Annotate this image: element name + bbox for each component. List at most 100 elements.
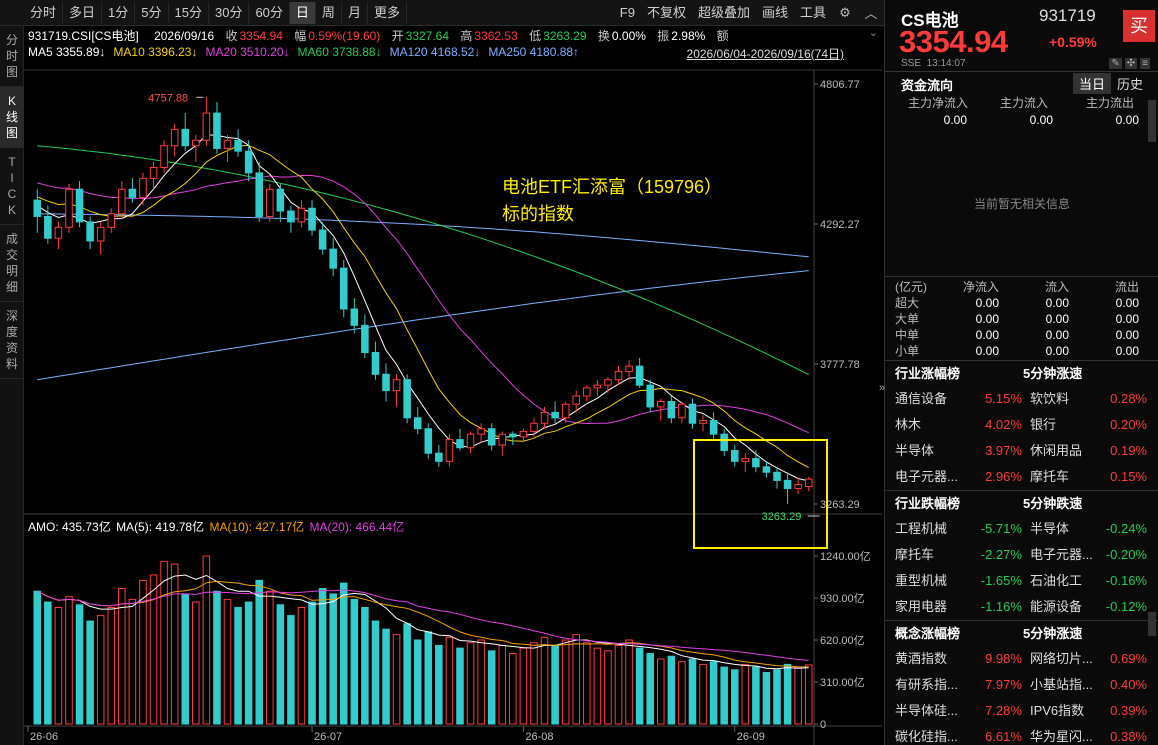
candle-body: [139, 177, 147, 198]
board-cell: 0.20%: [1110, 417, 1147, 432]
tab-history[interactable]: 历史: [1111, 73, 1149, 94]
annotation-line-2: 标的指数: [502, 204, 574, 224]
period-tab-4[interactable]: 15分: [169, 1, 209, 24]
board-row[interactable]: 碳化硅指... 6.61% 华为星闪... 0.38%: [895, 724, 1147, 745]
volume-bar: [635, 647, 644, 725]
board-row[interactable]: 半导体 3.97% 休闲用品 0.19%: [895, 438, 1147, 464]
board-cell: 摩托车: [895, 547, 935, 562]
board-left-title[interactable]: 概念涨幅榜: [895, 622, 1023, 646]
left-nav-item-1[interactable]: K线图: [0, 87, 24, 148]
volume-bar: [192, 601, 200, 725]
board-row[interactable]: 有研系指... 7.97% 小基站指... 0.40%: [895, 672, 1147, 698]
volume-bar: [773, 669, 781, 725]
candle-body: [149, 166, 158, 179]
left-vertical-nav: 分时图K线图TICK成交明细深度资料: [0, 26, 24, 745]
price-axis-label: 3777.78: [820, 359, 860, 371]
board-right-title[interactable]: 5分钟涨速: [1023, 622, 1082, 646]
candle-body: [371, 352, 380, 375]
fund-col-value: 0.00: [943, 113, 967, 127]
settings-gear-icon[interactable]: ⚙: [832, 5, 858, 21]
board-row[interactable]: 林木 4.02% 银行 0.20%: [895, 412, 1147, 438]
price-axis-label: 4292.27: [820, 219, 860, 231]
buy-button[interactable]: 买: [1123, 10, 1155, 42]
scrollbar-thumb[interactable]: [1148, 100, 1156, 142]
candle-body: [667, 400, 676, 419]
candle-body: [435, 452, 443, 462]
volume-bar: [329, 593, 337, 725]
toolbar-tool-0[interactable]: F9: [614, 2, 641, 24]
board-row[interactable]: 黄酒指数 9.98% 网络切片... 0.69%: [895, 646, 1147, 672]
toolbar-tool-3[interactable]: 画线: [756, 2, 794, 24]
vol-axis-label: 620.00亿: [820, 634, 865, 647]
board-row[interactable]: 重型机械 -1.65% 石油化工 -0.16%: [895, 568, 1147, 594]
collapse-chevron-icon[interactable]: ︿: [858, 3, 884, 22]
board-row[interactable]: 通信设备 5.15% 软饮料 0.28%: [895, 386, 1147, 412]
period-tab-2[interactable]: 1分: [102, 1, 136, 24]
fold-icon[interactable]: ⌄: [869, 27, 878, 39]
ma-legend-ma250: MA250 4180.88↑: [488, 45, 580, 59]
toolbar-tool-1[interactable]: 不复权: [641, 2, 692, 24]
candle-body: [118, 188, 126, 215]
pin-icon[interactable]: ✣: [1124, 58, 1138, 69]
menu-icon[interactable]: ≡: [1140, 58, 1150, 69]
fund-col-value: 0.00: [1115, 113, 1139, 127]
flow-cell: 0.00: [1115, 296, 1139, 310]
date-axis-label: 26-07: [314, 731, 342, 743]
board-cell: 碳化硅指...: [895, 729, 958, 744]
volume-bar: [804, 664, 813, 725]
candle-body: [625, 365, 633, 373]
edit-icon[interactable]: ✎: [1109, 58, 1122, 69]
toolbar-tool-4[interactable]: 工具: [794, 2, 832, 24]
flow-row: 大单 0.00 0.00 0.00: [895, 311, 1155, 327]
collapse-panel-icon[interactable]: »: [879, 382, 885, 394]
board-cell: 工程机械: [895, 521, 948, 536]
candle-body: [75, 188, 84, 223]
period-tab-6[interactable]: 60分: [249, 1, 290, 24]
period-tab-7[interactable]: 日: [289, 1, 316, 24]
candle-body: [160, 145, 168, 168]
left-nav-item-0[interactable]: 分时图: [0, 26, 24, 87]
tab-today[interactable]: 当日: [1073, 73, 1112, 94]
kline-chart[interactable]: 4806.77 4292.27 3777.78 3263.29 1240.00亿 930.…: [24, 26, 882, 745]
board-right-title[interactable]: 5分钟涨速: [1023, 362, 1082, 386]
scrollbar-thumb-lower[interactable]: [1148, 612, 1156, 636]
board-row[interactable]: 电子元器... 2.96% 摩托车 0.15%: [895, 464, 1147, 490]
toolbar-tool-2[interactable]: 超级叠加: [692, 2, 756, 24]
board-row[interactable]: 半导体硅... 7.28% IPV6指数 0.39%: [895, 698, 1147, 724]
period-tab-8[interactable]: 周: [316, 1, 342, 24]
flow-col-header: (亿元): [895, 280, 927, 294]
last-price: 3354.94: [899, 24, 1008, 59]
board-left-title[interactable]: 行业跌幅榜: [895, 492, 1023, 516]
period-tab-0[interactable]: 分时: [24, 1, 64, 24]
board-left-title[interactable]: 行业涨幅榜: [895, 362, 1023, 386]
board-cell: -1.16%: [980, 599, 1022, 614]
board-row[interactable]: 工程机械 -5.71% 半导体 -0.24%: [895, 516, 1147, 542]
left-nav-item-2[interactable]: TICK: [0, 148, 24, 225]
period-tab-10[interactable]: 更多: [368, 1, 407, 24]
divider: [885, 620, 1158, 621]
chart-canvas[interactable]: 4806.77 4292.27 3777.78 3263.29 1240.00亿 930.…: [24, 26, 882, 745]
board-cell: -0.16%: [1105, 573, 1147, 588]
board-right-title[interactable]: 5分钟跌速: [1023, 492, 1082, 516]
period-tab-5[interactable]: 30分: [209, 1, 250, 24]
board-cell: -1.65%: [980, 573, 1022, 588]
period-tab-3[interactable]: 5分: [135, 1, 169, 24]
ma250-line: [37, 270, 809, 381]
annotation-line-1: 电池ETF汇添富（159796）: [502, 177, 723, 197]
left-nav-item-4[interactable]: 深度资料: [0, 302, 24, 379]
left-nav-item-3[interactable]: 成交明细: [0, 225, 24, 302]
index-code: 931719: [1039, 6, 1096, 25]
left-nav-char: 深: [5, 309, 18, 323]
flow-row: 小单 0.00 0.00 0.00: [895, 343, 1155, 359]
date-range[interactable]: 2026/06/04-2026/09/16(74日): [687, 45, 844, 62]
candle-body: [202, 112, 211, 141]
left-nav-char: 线: [5, 110, 18, 124]
volume-bar: [44, 601, 52, 725]
board-row[interactable]: 家用电器 -1.16% 能源设备 -0.12%: [895, 594, 1147, 620]
board-cell: 0.40%: [1110, 677, 1147, 692]
board-row[interactable]: 摩托车 -2.27% 电子元器... -0.20%: [895, 542, 1147, 568]
candle-body: [551, 411, 559, 419]
volume-bar: [709, 661, 718, 725]
period-tab-9[interactable]: 月: [342, 1, 368, 24]
period-tab-1[interactable]: 多日: [63, 1, 103, 24]
